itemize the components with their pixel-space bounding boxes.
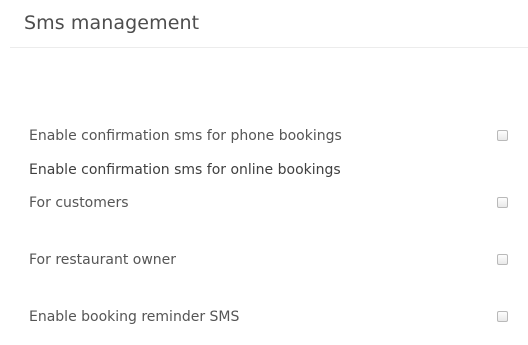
setting-label-online-customers: For customers: [29, 195, 129, 211]
setting-label-reminder: Enable booking reminder SMS: [29, 309, 240, 325]
panel-title: Sms management: [24, 12, 200, 34]
setting-row-reminder: Enable booking reminder SMS: [0, 307, 528, 331]
title-divider: [10, 47, 528, 48]
reminder-checkbox[interactable]: [497, 311, 508, 322]
online-bookings-heading: Enable confirmation sms for online booki…: [29, 162, 341, 178]
setting-label-online-owner: For restaurant owner: [29, 252, 177, 268]
phone-bookings-checkbox[interactable]: [497, 130, 508, 141]
online-customers-checkbox[interactable]: [497, 197, 508, 208]
setting-row-phone-bookings: Enable confirmation sms for phone bookin…: [0, 126, 528, 150]
setting-label-phone-bookings: Enable confirmation sms for phone bookin…: [29, 128, 342, 144]
setting-row-online-owner: For restaurant owner: [0, 250, 528, 274]
setting-row-online-customers: For customers: [0, 193, 528, 217]
online-owner-checkbox[interactable]: [497, 254, 508, 265]
sms-management-panel: Sms management Enable confirmation sms f…: [0, 0, 528, 345]
